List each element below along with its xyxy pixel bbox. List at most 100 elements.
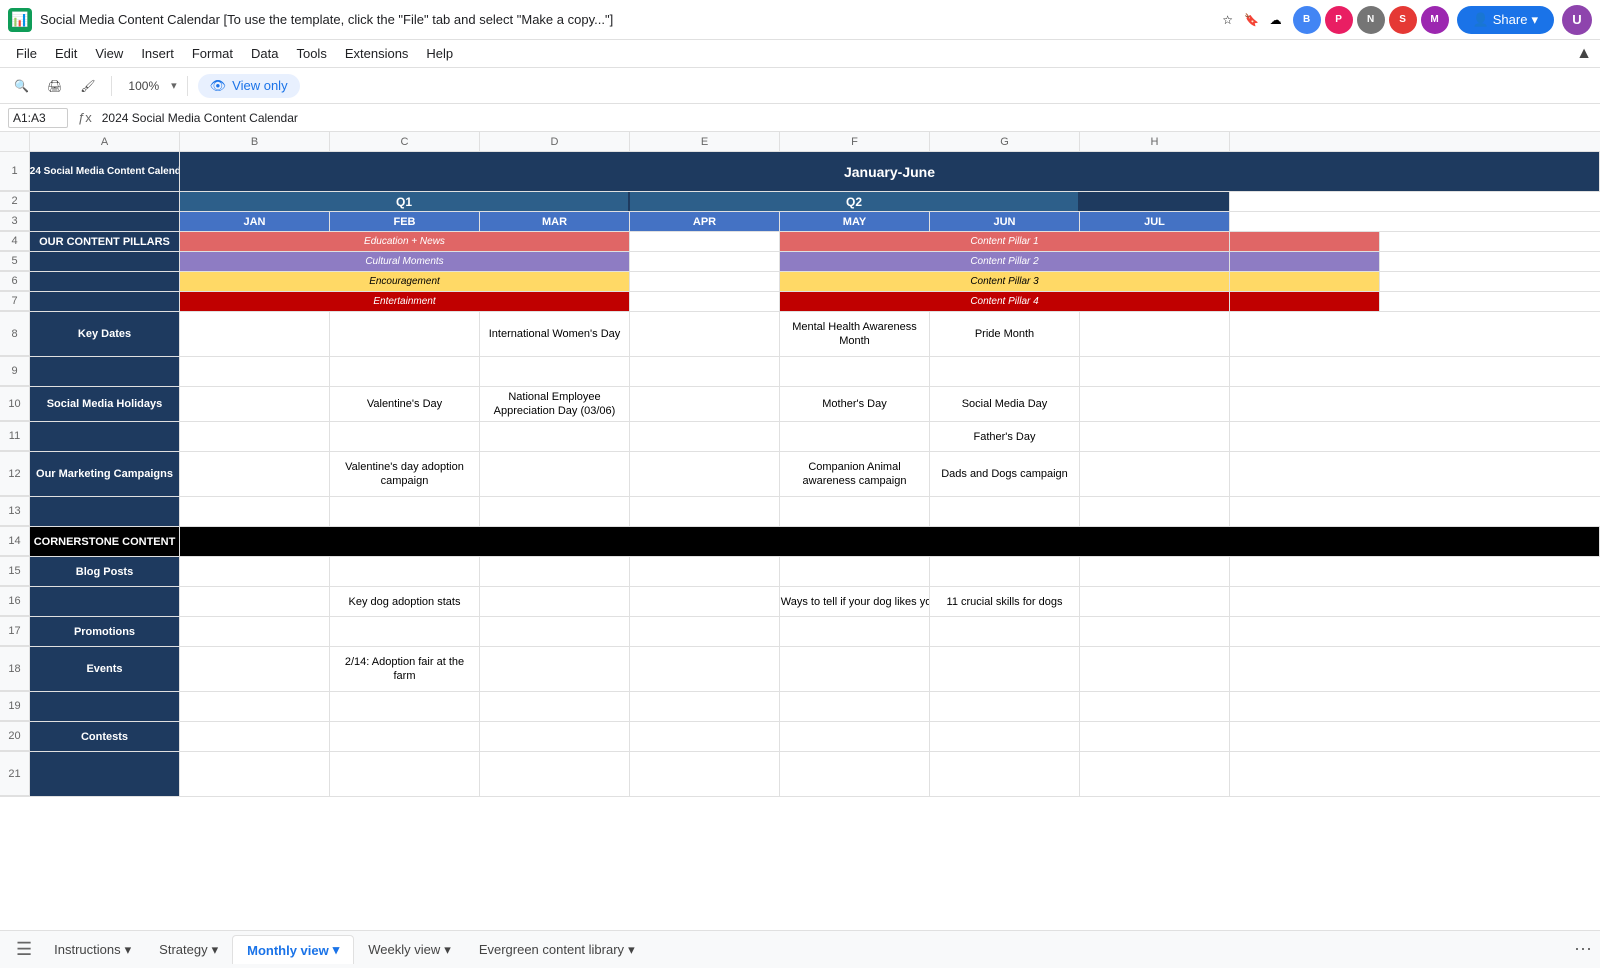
table-row: 14 CORNERSTONE CONTENT (0, 527, 1600, 557)
cell-e11 (630, 422, 780, 451)
cell-d19 (480, 692, 630, 721)
row-num-11: 11 (0, 422, 30, 451)
cell-h21 (1080, 752, 1230, 796)
table-row: 10 Social Media Holidays Valentine's Day… (0, 387, 1600, 422)
cell-b9 (180, 357, 330, 386)
tab-monthly-view[interactable]: Monthly view ▾ (232, 935, 354, 964)
cell-b12 (180, 452, 330, 496)
row-num-5: 5 (0, 252, 30, 271)
view-only-button[interactable]: 👁 View only (198, 74, 300, 98)
col-header-g: G (930, 132, 1080, 151)
tab-instructions[interactable]: Instructions ▾ (40, 936, 145, 964)
cell-f19 (780, 692, 930, 721)
print-button[interactable]: 🖨 (41, 76, 68, 96)
top-bar: 📊 Social Media Content Calendar [To use … (0, 0, 1600, 40)
row-num-3: 3 (0, 212, 30, 231)
cell-social-hols-10: Social Media Holidays (30, 387, 180, 421)
cell-f13 (780, 497, 930, 526)
cell-d12 (480, 452, 630, 496)
table-row: 8 Key Dates International Women's Day Me… (0, 312, 1600, 357)
cell-b11 (180, 422, 330, 451)
search-button[interactable]: 🔍 (8, 76, 35, 96)
menu-file[interactable]: File (8, 43, 45, 64)
cell-f9 (780, 357, 930, 386)
menu-edit[interactable]: Edit (47, 43, 85, 64)
cell-c19 (330, 692, 480, 721)
menu-data[interactable]: Data (243, 43, 286, 64)
cell-g8: Pride Month (930, 312, 1080, 356)
menu-insert[interactable]: Insert (133, 43, 182, 64)
menu-extensions[interactable]: Extensions (337, 43, 417, 64)
menu-view[interactable]: View (87, 43, 131, 64)
table-row: 4 OUR CONTENT PILLARS Education + News C… (0, 232, 1600, 252)
menu-tools[interactable]: Tools (288, 43, 334, 64)
cell-d17 (480, 617, 630, 646)
star-icon[interactable]: ☆ (1219, 11, 1237, 29)
cell-contests-21 (30, 752, 180, 796)
user-avatar[interactable]: U (1562, 5, 1592, 35)
cell-e12 (630, 452, 780, 496)
col-header-a: A (30, 132, 180, 151)
paint-format-button[interactable]: 🖌 (74, 76, 101, 96)
cell-feb: FEB (330, 212, 480, 231)
cell-apr: APR (630, 212, 780, 231)
zoom-selector[interactable]: 100% (122, 76, 165, 96)
col-header-e: E (630, 132, 780, 151)
cell-c16: Key dog adoption stats (330, 587, 480, 616)
cell-c15 (330, 557, 480, 586)
row-num-8: 8 (0, 312, 30, 356)
menu-help[interactable]: Help (418, 43, 461, 64)
cell-e10 (630, 387, 780, 421)
cell-h12 (1080, 452, 1230, 496)
cell-cultural: Cultural Moments (180, 252, 630, 271)
table-row: 1 2024 Social Media Content Calendar Jan… (0, 152, 1600, 192)
tab-evergreen[interactable]: Evergreen content library ▾ (465, 936, 649, 964)
cell-h19 (1080, 692, 1230, 721)
cell-b15 (180, 557, 330, 586)
cell-h6 (1230, 272, 1380, 291)
table-row: 21 (0, 752, 1600, 797)
tab-weekly-view[interactable]: Weekly view ▾ (354, 936, 465, 964)
cell-education-news: Education + News (180, 232, 630, 251)
cell-c8 (330, 312, 480, 356)
menu-format[interactable]: Format (184, 43, 241, 64)
cell-h4 (1230, 232, 1380, 251)
zoom-arrow[interactable]: ▾ (171, 79, 177, 92)
add-sheet-button[interactable]: ☰ (8, 935, 40, 964)
tab-strategy[interactable]: Strategy ▾ (145, 936, 232, 964)
collapse-arrow[interactable]: ▲ (1576, 45, 1592, 63)
cloud-icon[interactable]: ☁ (1267, 11, 1285, 29)
view-only-label: View only (232, 78, 287, 93)
table-row: 20 Contests (0, 722, 1600, 752)
row-num-20: 20 (0, 722, 30, 751)
cell-reference[interactable]: A1:A3 (8, 108, 68, 128)
cell-c11 (330, 422, 480, 451)
cell-d15 (480, 557, 630, 586)
bookmark-icon[interactable]: 🔖 (1243, 11, 1261, 29)
app-icon: 📊 (8, 8, 32, 32)
spreadsheet-container: A B C D E F G H 1 2024 Social Media Cont… (0, 132, 1600, 930)
cell-b21 (180, 752, 330, 796)
cell-pillars-label: OUR CONTENT PILLARS (30, 232, 180, 251)
cell-e18 (630, 647, 780, 691)
cell-d18 (480, 647, 630, 691)
cell-b8 (180, 312, 330, 356)
avatar-2: P (1325, 6, 1353, 34)
cell-january-june[interactable]: January-June (180, 152, 1600, 191)
cell-e4 (630, 232, 780, 251)
cell-g17 (930, 617, 1080, 646)
row-num-7: 7 (0, 292, 30, 311)
cell-d21 (480, 752, 630, 796)
col-header-h: H (1080, 132, 1230, 151)
sheets-nav[interactable]: ⋯ (1574, 939, 1592, 960)
cell-blog-15: Blog Posts (30, 557, 180, 586)
cell-e17 (630, 617, 780, 646)
cell-e6 (630, 272, 780, 291)
share-button[interactable]: 👤 Share ▾ (1457, 6, 1554, 34)
cell-jan: JAN (180, 212, 330, 231)
cell-a1[interactable]: 2024 Social Media Content Calendar (30, 152, 180, 191)
cell-jun: JUN (930, 212, 1080, 231)
cell-c13 (330, 497, 480, 526)
cell-g20 (930, 722, 1080, 751)
cell-e7 (630, 292, 780, 311)
